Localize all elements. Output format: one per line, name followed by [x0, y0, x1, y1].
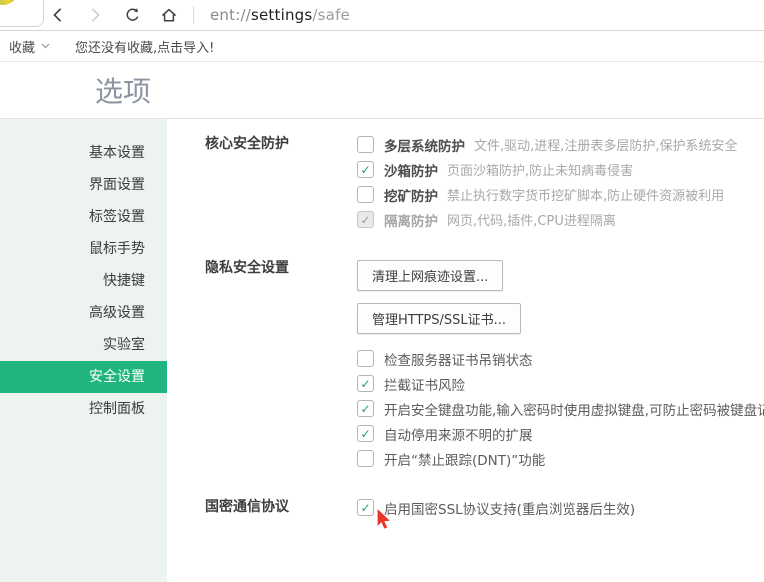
url-path: /safe — [312, 6, 350, 24]
checkbox[interactable] — [357, 136, 374, 153]
section-action-button[interactable]: 管理HTTPS/SSL证书... — [357, 303, 521, 334]
sidebar-item[interactable]: 实验室 — [0, 329, 167, 361]
section-body: 多层系统防护 文件,驱动,进程,注册表多层防护,保护系统安全 沙箱防护 页面沙箱… — [357, 132, 764, 232]
toolbar-divider — [193, 6, 194, 24]
browser-window: ent://settings/safe 收藏 您还没有收藏,点击导入! 选项 基… — [0, 0, 764, 582]
chevron-down-icon — [41, 43, 50, 49]
checkbox-row: 拦截证书风险 — [357, 371, 764, 396]
browser-tab[interactable] — [0, 0, 44, 27]
favorites-menu[interactable]: 收藏 — [9, 37, 50, 56]
mouse-cursor-icon — [377, 508, 391, 530]
sidebar-item[interactable]: 高级设置 — [0, 297, 167, 329]
sidebar-item-label: 高级设置 — [89, 305, 145, 321]
section-label: 核心安全防护 — [205, 132, 357, 157]
sidebar-item-label: 控制面板 — [89, 401, 145, 417]
checkbox[interactable] — [357, 375, 374, 392]
checkbox-label: 开启“禁止跟踪(DNT)”功能 — [384, 449, 545, 469]
sidebar-item-label: 标签设置 — [89, 209, 145, 225]
sidebar-item-label: 鼠标手势 — [89, 241, 145, 257]
page-title-bar: 选项 — [0, 62, 764, 119]
section-buttons: 清理上网痕迹设置... 管理HTTPS/SSL证书... — [357, 260, 764, 334]
section-rows: 启用国密SSL协议支持(重启浏览器后生效) — [357, 495, 764, 520]
checkbox-label: 沙箱防护 — [384, 160, 438, 180]
checkbox[interactable] — [357, 400, 374, 417]
browser-logo-icon — [0, 0, 18, 5]
checkbox[interactable] — [357, 350, 374, 367]
section-action-button[interactable]: 清理上网痕迹设置... — [357, 260, 503, 291]
settings-section: 隐私安全设置 清理上网痕迹设置... 管理HTTPS/SSL证书... 检查服务器… — [205, 256, 764, 471]
checkbox-row: 检查服务器证书吊销状态 — [357, 346, 764, 371]
section-label: 隐私安全设置 — [205, 256, 357, 281]
checkbox-description: 页面沙箱防护,防止未知病毒侵害 — [447, 160, 633, 179]
refresh-icon — [124, 7, 141, 24]
sidebar-item[interactable]: 安全设置 — [0, 361, 167, 393]
sidebar-item[interactable]: 界面设置 — [0, 169, 167, 201]
section-rows: 检查服务器证书吊销状态 拦截证书风险 开启安全键盘功能,输入密码时使用虚拟键盘,… — [357, 346, 764, 471]
settings-page: 选项 基本设置 界面设置 标签设置 鼠标手势 快捷键 高级设置 实验室 安全设置… — [0, 62, 764, 582]
checkbox-label: 开启安全键盘功能,输入密码时使用虚拟键盘,可防止密码被键盘记 — [384, 399, 764, 419]
checkbox[interactable] — [357, 425, 374, 442]
checkbox[interactable] — [357, 211, 374, 228]
checkbox-description: 文件,驱动,进程,注册表多层防护,保护系统安全 — [474, 135, 738, 154]
sidebar-item-label: 界面设置 — [89, 177, 145, 193]
forward-button[interactable] — [86, 6, 104, 24]
browser-chrome: ent://settings/safe — [0, 0, 764, 31]
sidebar-item-label: 安全设置 — [89, 369, 145, 385]
back-button[interactable] — [49, 6, 67, 24]
checkbox-description: 网页,代码,插件,CPU进程隔离 — [447, 210, 616, 229]
checkbox-row: 启用国密SSL协议支持(重启浏览器后生效) — [357, 495, 764, 520]
checkbox[interactable] — [357, 186, 374, 203]
checkbox-row: 自动停用来源不明的扩展 — [357, 421, 764, 446]
forward-icon — [87, 7, 103, 23]
sidebar-menu: 基本设置 界面设置 标签设置 鼠标手势 快捷键 高级设置 实验室 安全设置 控制… — [0, 119, 167, 582]
checkbox-row: 开启安全键盘功能,输入密码时使用虚拟键盘,可防止密码被键盘记 — [357, 396, 764, 421]
sidebar-item[interactable]: 控制面板 — [0, 393, 167, 425]
favorites-label: 收藏 — [9, 37, 35, 56]
refresh-button[interactable] — [123, 6, 141, 24]
sidebar-item-label: 实验室 — [103, 337, 145, 353]
checkbox-label: 多层系统防护 — [384, 135, 465, 155]
url-host: settings — [251, 6, 312, 24]
section-body: 清理上网痕迹设置... 管理HTTPS/SSL证书... 检查服务器证书吊销状态 … — [357, 256, 764, 471]
checkbox-row: 隔离防护 网页,代码,插件,CPU进程隔离 — [357, 207, 764, 232]
section-label: 国密通信协议 — [205, 495, 357, 520]
sidebar-item[interactable]: 快捷键 — [0, 265, 167, 297]
checkbox-description: 禁止执行数字货币挖矿脚本,防止硬件资源被利用 — [447, 185, 724, 204]
checkbox-row: 沙箱防护 页面沙箱防护,防止未知病毒侵害 — [357, 157, 764, 182]
settings-sections: 核心安全防护 多层系统防护 文件,驱动,进程,注册表多层防护,保护系统安全 沙箱… — [167, 119, 764, 582]
sidebar-item-label: 快捷键 — [103, 273, 145, 289]
section-body: 启用国密SSL协议支持(重启浏览器后生效) — [357, 495, 764, 520]
address-bar[interactable]: ent://settings/safe — [210, 6, 350, 24]
settings-section: 国密通信协议 启用国密SSL协议支持(重启浏览器后生效) — [205, 495, 764, 520]
checkbox-label: 自动停用来源不明的扩展 — [384, 424, 533, 444]
home-button[interactable] — [160, 6, 178, 24]
bookmarks-bar: 收藏 您还没有收藏,点击导入! — [0, 31, 764, 62]
checkbox-row: 多层系统防护 文件,驱动,进程,注册表多层防护,保护系统安全 — [357, 132, 764, 157]
home-icon — [160, 7, 178, 24]
nav-buttons — [49, 6, 178, 24]
checkbox[interactable] — [357, 499, 374, 516]
checkbox-label: 启用国密SSL协议支持(重启浏览器后生效) — [384, 498, 635, 518]
section-rows: 多层系统防护 文件,驱动,进程,注册表多层防护,保护系统安全 沙箱防护 页面沙箱… — [357, 132, 764, 232]
checkbox-label: 检查服务器证书吊销状态 — [384, 349, 533, 369]
sidebar-item-label: 基本设置 — [89, 145, 145, 161]
bookmarks-empty-message[interactable]: 您还没有收藏,点击导入! — [75, 37, 214, 56]
checkbox-label: 拦截证书风险 — [384, 374, 465, 394]
checkbox-label: 挖矿防护 — [384, 185, 438, 205]
checkbox-label: 隔离防护 — [384, 210, 438, 230]
sidebar-item[interactable]: 基本设置 — [0, 137, 167, 169]
checkbox[interactable] — [357, 161, 374, 178]
back-icon — [50, 7, 66, 23]
page-title: 选项 — [95, 70, 151, 110]
settings-section: 核心安全防护 多层系统防护 文件,驱动,进程,注册表多层防护,保护系统安全 沙箱… — [205, 132, 764, 232]
checkbox-row: 挖矿防护 禁止执行数字货币挖矿脚本,防止硬件资源被利用 — [357, 182, 764, 207]
checkbox[interactable] — [357, 450, 374, 467]
url-scheme: ent:// — [210, 6, 251, 24]
sidebar-item[interactable]: 标签设置 — [0, 201, 167, 233]
sidebar-item[interactable]: 鼠标手势 — [0, 233, 167, 265]
checkbox-row: 开启“禁止跟踪(DNT)”功能 — [357, 446, 764, 471]
